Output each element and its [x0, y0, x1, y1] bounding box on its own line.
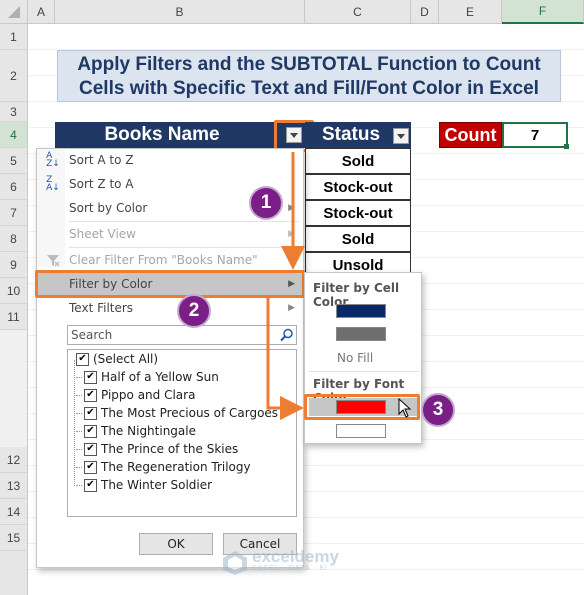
step-badge-1: 1	[249, 186, 283, 220]
watermark: exceldemy EXCEL · DATA · BI	[222, 547, 339, 576]
exceldemy-logo-icon	[223, 551, 247, 575]
watermark-name: exceldemy	[252, 547, 339, 566]
arrow-step2-to-step3	[266, 298, 304, 420]
step-badge-3: 3	[421, 393, 455, 427]
watermark-tagline: EXCEL · DATA · BI	[252, 565, 328, 572]
step-arrows	[266, 152, 305, 420]
step-badge-2: 2	[177, 294, 211, 328]
